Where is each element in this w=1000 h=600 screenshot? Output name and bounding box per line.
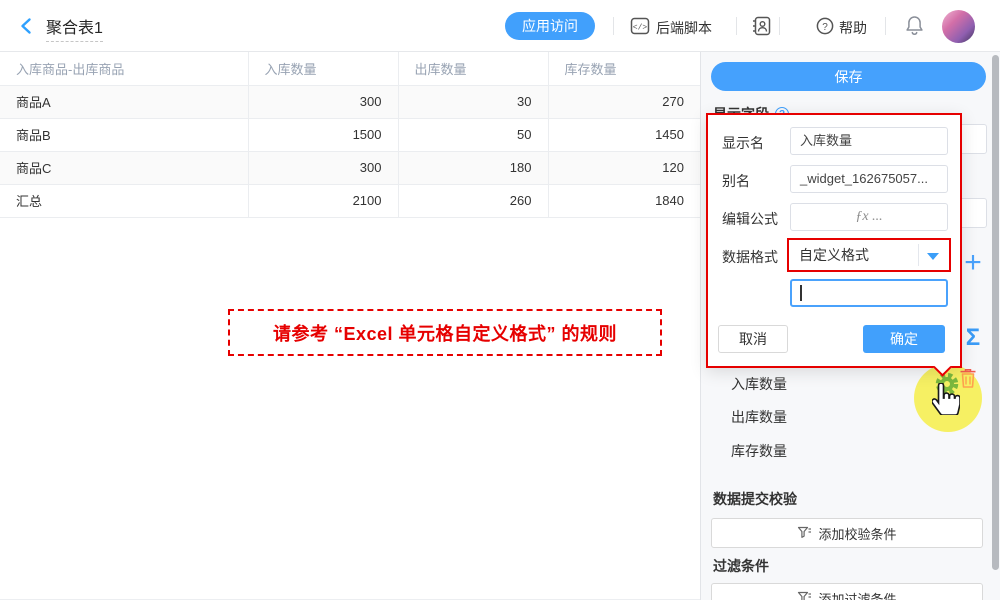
confirm-button[interactable]: 确定	[863, 325, 945, 353]
filter-icon	[797, 526, 812, 540]
cell-outbound: 50	[398, 118, 548, 151]
add-validation-button[interactable]: 添加校验条件	[711, 518, 983, 548]
cell-inbound: 1500	[248, 118, 398, 151]
custom-format-input[interactable]	[790, 279, 948, 307]
cell-outbound: 260	[398, 184, 548, 217]
code-icon: </>	[630, 16, 650, 41]
column-header: 入库数量	[248, 52, 398, 85]
field-settings-popup: 显示名 入库数量 别名 _widget_162675057... 编辑公式 ƒx…	[706, 113, 962, 368]
chevron-down-icon	[927, 253, 939, 260]
field-item-inbound[interactable]: 入库数量	[731, 374, 787, 394]
cell-outbound: 30	[398, 85, 548, 118]
bell-icon[interactable]	[904, 14, 925, 42]
table-row-total: 汇总 2100 260 1840	[0, 184, 700, 217]
backend-script-button[interactable]: 后端脚本	[656, 18, 712, 38]
gear-icon[interactable]	[933, 370, 961, 403]
divider	[736, 17, 737, 35]
edit-formula-label: 编辑公式	[722, 209, 778, 229]
cell-outbound: 180	[398, 151, 548, 184]
question-icon: ?	[816, 17, 834, 40]
page-title[interactable]: 聚合表1	[46, 14, 103, 42]
annotation-note: 请参考 “Excel 单元格自定义格式” 的规则	[228, 309, 662, 356]
alias-input[interactable]: _widget_162675057...	[790, 165, 948, 193]
help-button[interactable]: 帮助	[839, 18, 867, 38]
cell-stock: 1450	[548, 118, 700, 151]
cell-product: 汇总	[0, 184, 248, 217]
data-format-select[interactable]: 自定义格式	[789, 240, 949, 270]
cell-product: 商品C	[0, 151, 248, 184]
cell-stock: 1840	[548, 184, 700, 217]
divider	[779, 17, 780, 35]
cell-product: 商品B	[0, 118, 248, 151]
app-access-button[interactable]: 应用访问	[505, 12, 595, 40]
add-filter-button[interactable]: 添加过滤条件	[711, 583, 983, 600]
panel-scrollbar[interactable]	[992, 55, 999, 570]
save-button[interactable]: 保存	[711, 62, 986, 91]
cell-inbound: 300	[248, 151, 398, 184]
alias-label: 别名	[722, 171, 750, 191]
divider	[885, 17, 886, 35]
trash-icon[interactable]	[959, 368, 977, 394]
column-header: 入库商品-出库商品	[0, 52, 248, 85]
table-header-row: 入库商品-出库商品 入库数量 出库数量 库存数量	[0, 52, 700, 85]
cell-inbound: 300	[248, 85, 398, 118]
filter-heading: 过滤条件	[713, 556, 769, 576]
data-format-highlight-box: 自定义格式	[787, 238, 951, 272]
display-name-label: 显示名	[722, 133, 764, 153]
svg-text:?: ?	[822, 22, 828, 33]
divider	[613, 17, 614, 35]
column-header: 出库数量	[398, 52, 548, 85]
main-area: 入库商品-出库商品 入库数量 出库数量 库存数量 商品A 300 30 270 …	[0, 52, 700, 600]
table-row: 商品C 300 180 120	[0, 151, 700, 184]
field-item-outbound[interactable]: 出库数量	[731, 407, 787, 427]
cell-product: 商品A	[0, 85, 248, 118]
column-header: 库存数量	[548, 52, 700, 85]
data-format-label: 数据格式	[722, 247, 778, 267]
display-name-input[interactable]: 入库数量	[790, 127, 948, 155]
contacts-icon[interactable]	[751, 15, 773, 42]
cell-inbound: 2100	[248, 184, 398, 217]
back-icon[interactable]	[18, 17, 36, 35]
table-row: 商品B 1500 50 1450	[0, 118, 700, 151]
avatar[interactable]	[942, 10, 975, 43]
cell-stock: 270	[548, 85, 700, 118]
text-caret	[800, 285, 802, 301]
select-separator	[918, 244, 919, 266]
aggregate-table: 入库商品-出库商品 入库数量 出库数量 库存数量 商品A 300 30 270 …	[0, 52, 700, 218]
formula-button[interactable]: ƒx ...	[790, 203, 948, 231]
validation-heading: 数据提交校验	[713, 489, 797, 509]
cancel-button[interactable]: 取消	[718, 325, 788, 353]
svg-text:</>: </>	[633, 24, 648, 33]
table-row: 商品A 300 30 270	[0, 85, 700, 118]
app-window: 聚合表1 应用访问 </> 后端脚本 ? 帮助	[0, 0, 1000, 600]
field-item-stock[interactable]: 库存数量	[731, 441, 787, 461]
cell-stock: 120	[548, 151, 700, 184]
top-bar: 聚合表1 应用访问 </> 后端脚本 ? 帮助	[0, 0, 1000, 52]
filter-icon	[797, 591, 812, 600]
